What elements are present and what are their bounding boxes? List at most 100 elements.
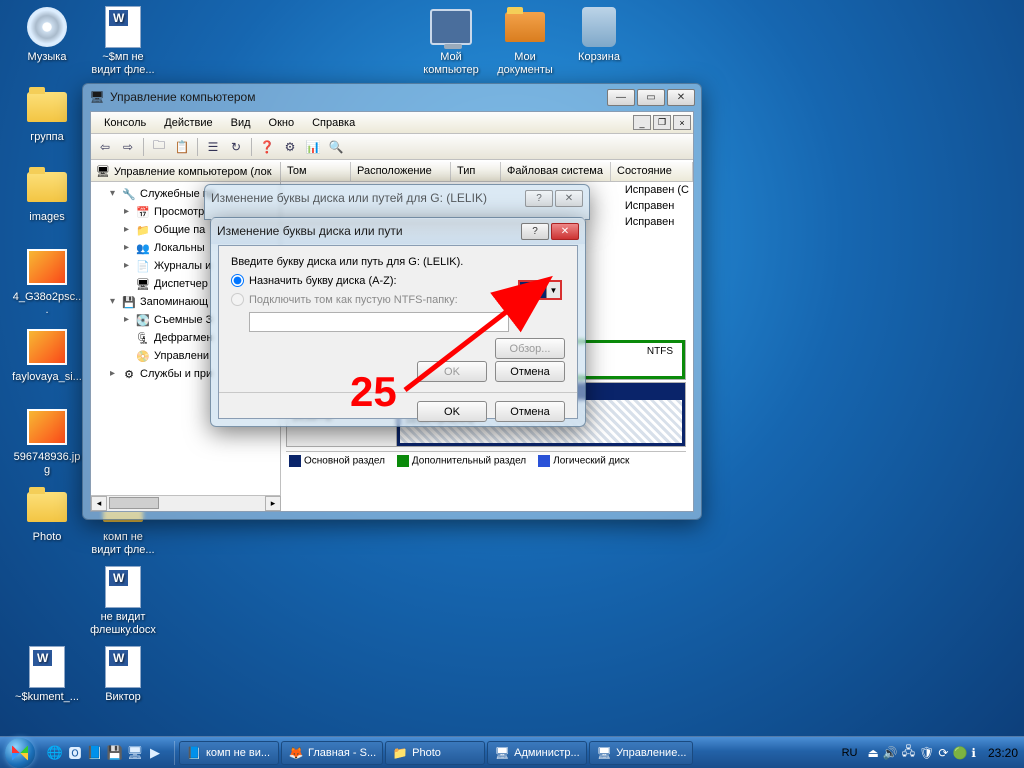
desktop-icon[interactable]: ~$мп не видит фле... (88, 6, 158, 76)
desktop-icon[interactable]: 4_G38o2psc... (12, 246, 82, 316)
assign-letter-label: Назначить букву диска (A-Z): (249, 275, 397, 287)
tree-twisty-icon[interactable]: ▾ (107, 188, 118, 200)
tree-hscrollbar[interactable]: ◂ ▸ (91, 495, 281, 511)
tree-twisty-icon[interactable]: ▸ (121, 314, 132, 326)
forward-icon[interactable]: ⇨ (118, 137, 138, 157)
scroll-thumb[interactable] (109, 497, 159, 509)
col-layout[interactable]: Расположение (351, 162, 451, 181)
desktop-icon[interactable]: группа (12, 86, 82, 144)
desktop-icon[interactable]: 596748936.jpg (12, 406, 82, 476)
task-app-icon: 📁 (392, 745, 408, 761)
tray-update-icon[interactable]: ⟳ (938, 746, 948, 760)
tray-shield-icon[interactable]: 🛡 (919, 746, 934, 760)
mount-folder-radio-row: Подключить том как пустую NTFS-папку: (231, 293, 565, 306)
col-volume[interactable]: Том (281, 162, 351, 181)
mdi-restore[interactable]: ❐ (653, 115, 671, 130)
taskbar-task[interactable]: 📁Photo (385, 741, 485, 765)
ql-chrome-icon[interactable]: 🌐 (46, 742, 64, 764)
scroll-left-icon[interactable]: ◂ (91, 496, 107, 511)
ql-word-icon[interactable]: 📘 (86, 742, 104, 764)
view-icon[interactable]: ☰ (203, 137, 223, 157)
tray-av-icon[interactable]: 🟢 (952, 746, 967, 760)
mount-folder-label: Подключить том как пустую NTFS-папку: (249, 294, 458, 306)
col-fs[interactable]: Файловая система (501, 162, 611, 181)
tree-node-label: Запоминающ (140, 296, 208, 308)
dlg2-titlebar[interactable]: Изменение буквы диска или пути ? ✕ (211, 218, 585, 244)
taskbar-task[interactable]: 🦊Главная - S... (281, 741, 383, 765)
desktop-icon[interactable]: Виктор (88, 646, 158, 704)
mmc-titlebar[interactable]: 🖥 Управление компьютером — ▭ ✕ (83, 84, 701, 110)
desktop-icon[interactable]: Корзина (564, 6, 634, 64)
tree-twisty-icon[interactable]: ▸ (121, 260, 132, 272)
minimize-button[interactable]: — (607, 89, 635, 106)
desktop-icon[interactable]: не видит флешку.docx (88, 566, 158, 636)
properties-icon[interactable]: 📋 (172, 137, 192, 157)
word-icon (102, 646, 144, 688)
start-button[interactable] (0, 737, 40, 768)
search-icon[interactable]: 🔍 (326, 137, 346, 157)
tray-safely-remove-icon[interactable]: ⏏ (867, 746, 878, 760)
desktop-icon[interactable]: images (12, 166, 82, 224)
tray-network-icon[interactable]: 🖧 (902, 742, 915, 763)
ql-opera-icon[interactable]: 🅾 (66, 742, 84, 764)
tree-twisty-icon[interactable]: ▸ (107, 368, 118, 380)
desktop-icon[interactable]: ~$kument_... (12, 646, 82, 704)
menu-help[interactable]: Справка (303, 114, 364, 132)
tree-node-icon: 🔧 (121, 186, 137, 202)
tree-twisty-icon[interactable]: ▾ (107, 296, 118, 308)
scroll-right-icon[interactable]: ▸ (265, 496, 281, 511)
col-type[interactable]: Тип (451, 162, 501, 181)
back-icon[interactable]: ⇦ (95, 137, 115, 157)
settings-icon[interactable]: ⚙ (280, 137, 300, 157)
desktop-icon[interactable]: Photo (12, 486, 82, 544)
dlg1-titlebar[interactable]: Изменение буквы диска или путей для G: (… (205, 185, 589, 211)
dlg1-close-button[interactable]: ✕ (555, 190, 583, 207)
refresh-icon[interactable]: ↻ (226, 137, 246, 157)
close-button[interactable]: ✕ (667, 89, 695, 106)
taskbar-task[interactable]: 🖥Управление... (589, 741, 693, 765)
mdi-close[interactable]: × (673, 115, 691, 130)
list-icon[interactable]: 📊 (303, 137, 323, 157)
dlg1-help-button[interactable]: ? (525, 190, 553, 207)
desktop-icon-label: Музыка (12, 51, 82, 64)
tree-twisty-icon[interactable]: ▸ (121, 242, 132, 254)
desktop-icon[interactable]: faylovaya_si... (12, 326, 82, 384)
tree-twisty-icon[interactable]: ▸ (121, 206, 132, 218)
assign-letter-radio-row[interactable]: Назначить букву диска (A-Z): (231, 274, 565, 287)
drive-letter-dropdown[interactable]: G ▼ (518, 280, 562, 300)
tree-twisty-icon[interactable]: ▸ (121, 224, 132, 236)
desktop-icon[interactable]: Мой компьютер (416, 6, 486, 76)
desktop-icon-label: комп не видит фле... (88, 531, 158, 556)
clock[interactable]: 23:20 (982, 746, 1024, 760)
language-indicator[interactable]: RU (838, 747, 862, 759)
desktop-icon-label: Мой компьютер (416, 51, 486, 76)
chevron-down-icon[interactable]: ▼ (546, 282, 560, 298)
taskbar-task[interactable]: 🖥Администр... (487, 741, 587, 765)
assign-letter-radio[interactable] (231, 274, 244, 287)
inner-cancel-button[interactable]: Отмена (495, 361, 565, 382)
dlg2-help-button[interactable]: ? (521, 223, 549, 240)
ok-button[interactable]: OK (417, 401, 487, 422)
menu-window[interactable]: Окно (260, 114, 304, 132)
cancel-button[interactable]: Отмена (495, 401, 565, 422)
ql-desktop-icon[interactable]: 🖥 (126, 742, 144, 764)
desktop-icon[interactable]: Музыка (12, 6, 82, 64)
tray-info-icon[interactable]: ℹ (971, 746, 976, 760)
menu-view[interactable]: Вид (222, 114, 260, 132)
dlg2-close-button[interactable]: ✕ (551, 223, 579, 240)
mdi-minimize[interactable]: _ (633, 115, 651, 130)
col-status[interactable]: Состояние (611, 162, 693, 181)
maximize-button[interactable]: ▭ (637, 89, 665, 106)
ql-player-icon[interactable]: ▶ (146, 742, 164, 764)
desktop-icon[interactable]: Мои документы (490, 6, 560, 76)
tray-volume-icon[interactable]: 🔊 (883, 746, 898, 760)
ql-save-icon[interactable]: 💾 (106, 742, 124, 764)
help-icon[interactable]: ❓ (257, 137, 277, 157)
up-icon[interactable]: 🗀 (149, 137, 169, 157)
menu-action[interactable]: Действие (155, 114, 221, 132)
quick-launch: 🌐 🅾 📘 💾 🖥 ▶ (40, 742, 170, 764)
menu-console[interactable]: Консоль (95, 114, 155, 132)
taskbar-task[interactable]: 📘комп не ви... (179, 741, 279, 765)
word-icon (26, 646, 68, 688)
desktop-icon-label: группа (12, 131, 82, 144)
